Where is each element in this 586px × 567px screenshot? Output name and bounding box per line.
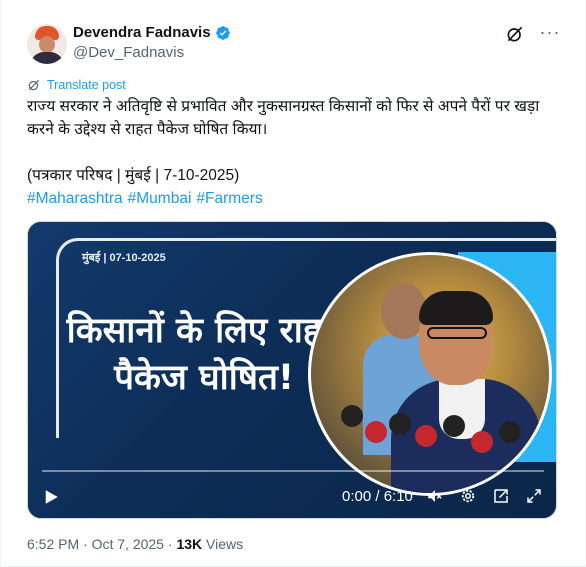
avatar[interactable] <box>27 24 67 64</box>
views-count: 13K <box>176 536 203 552</box>
post-body: राज्य सरकार ने अतिवृष्टि से प्रभावित और … <box>27 95 562 210</box>
video-overlay-date: मुंबई | 07-10-2025 <box>82 252 166 264</box>
avatar-face <box>39 36 55 53</box>
author-names: Devendra Fadnavis @Dev_Fadnavis <box>73 23 231 63</box>
post-text-line-2: (पत्रकार परिषद | मुंबई | 7-10-2025) <box>27 167 240 184</box>
microphone <box>389 413 411 435</box>
hashtag-link[interactable]: #Farmers <box>196 190 262 207</box>
video-time: 0:00 / 6:10 <box>342 488 413 505</box>
more-icon[interactable]: ··· <box>539 22 561 44</box>
author-handle[interactable]: @Dev_Fadnavis <box>73 43 231 63</box>
video-speaker-photo <box>308 252 552 496</box>
photo-speaker-hair <box>419 291 493 325</box>
post-spacer <box>27 141 562 164</box>
tweet-card: Devendra Fadnavis @Dev_Fadnavis ··· Tran… <box>0 0 586 567</box>
post-time[interactable]: 6:52 PM <box>27 536 79 552</box>
tweet-header: Devendra Fadnavis @Dev_Fadnavis ··· <box>27 22 565 66</box>
hashtag-link[interactable]: #Mumbai <box>128 190 192 207</box>
translate-post-label[interactable]: Translate post <box>47 78 126 92</box>
footer-separator: · <box>83 536 88 552</box>
author-display-name-row[interactable]: Devendra Fadnavis <box>73 23 231 43</box>
video-progress-bar[interactable] <box>42 470 544 472</box>
video-overlay-title: किसानों के लिए राहत पैकेज घोषित! <box>66 311 342 398</box>
play-icon[interactable] <box>42 488 60 506</box>
volume-icon[interactable] <box>426 487 444 505</box>
microphone <box>443 415 465 437</box>
post-date[interactable]: Oct 7, 2025 <box>92 536 164 552</box>
microphone <box>499 421 521 443</box>
video-controls: 0:00 / 6:10 <box>28 484 556 510</box>
tweet-footer: 6:52 PM · Oct 7, 2025 · 13K Views <box>27 535 243 553</box>
microphone <box>471 431 493 453</box>
avatar-body <box>30 52 64 64</box>
microphone <box>341 405 363 427</box>
verified-badge-icon <box>215 26 230 40</box>
translate-post-link[interactable]: Translate post <box>27 77 126 93</box>
grok-icon[interactable] <box>505 24 525 44</box>
photo-speaker-glasses <box>427 327 487 339</box>
author-display-name[interactable]: Devendra Fadnavis <box>73 23 211 43</box>
views-label: Views <box>206 536 244 552</box>
hashtag-link[interactable]: #Maharashtra <box>27 190 123 207</box>
picture-in-picture-icon[interactable] <box>492 487 510 505</box>
translate-icon <box>28 79 40 91</box>
settings-icon[interactable] <box>459 487 477 505</box>
footer-separator: · <box>167 536 173 552</box>
video-player[interactable]: मुंबई | 07-10-2025 किसानों के लिए राहत प… <box>27 221 557 519</box>
post-hashtags: #Maharashtra #Mumbai #Farmers <box>27 187 562 210</box>
post-text-line-1: राज्य सरकार ने अतिवृष्टि से प्रभावित और … <box>27 98 540 138</box>
fullscreen-icon[interactable] <box>525 487 543 505</box>
microphone <box>415 425 437 447</box>
microphone <box>365 421 387 443</box>
